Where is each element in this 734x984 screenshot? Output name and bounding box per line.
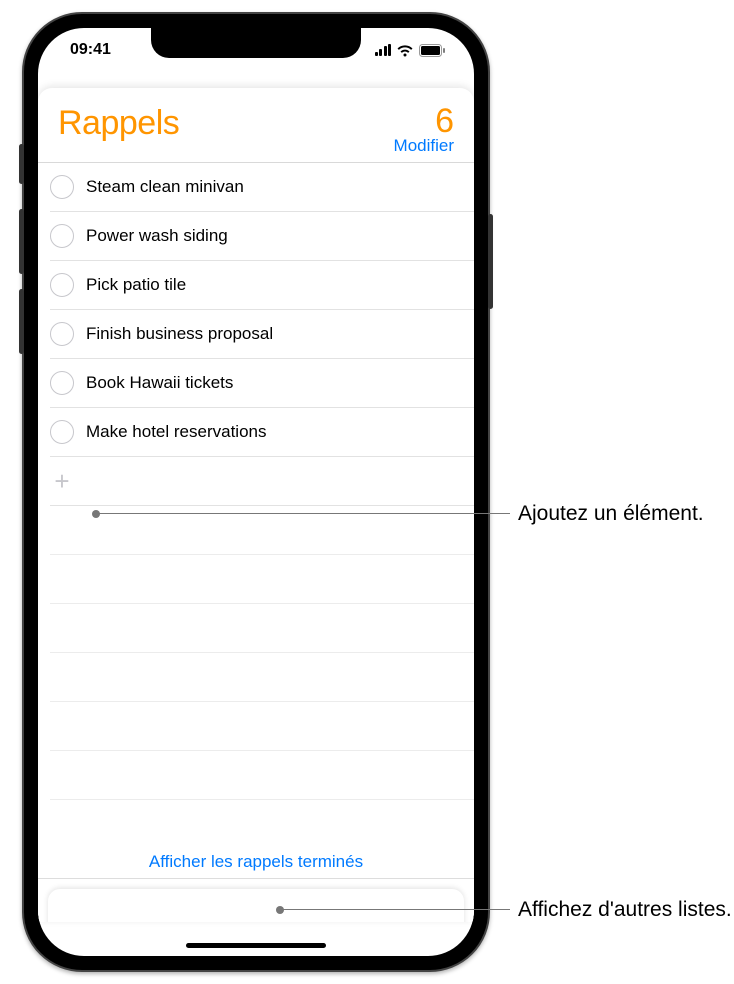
reminder-row[interactable]: Make hotel reservations: [38, 408, 474, 457]
callout-add: Ajoutez un élément.: [518, 500, 704, 527]
reminders-sheet: Rappels 6 Modifier Steam clean minivan: [38, 88, 474, 922]
empty-line: [50, 702, 474, 751]
reminder-text: Make hotel reservations: [86, 422, 266, 442]
header: Rappels 6 Modifier: [38, 88, 474, 162]
cellular-icon: [375, 44, 392, 56]
show-completed-button[interactable]: Afficher les rappels terminés: [38, 852, 474, 872]
reminder-row[interactable]: Pick patio tile: [38, 261, 474, 310]
complete-circle[interactable]: [50, 175, 74, 199]
lists-peek-card[interactable]: [48, 889, 464, 922]
reminder-count: 6: [394, 104, 454, 138]
complete-circle[interactable]: [50, 273, 74, 297]
screen: 09:41 Rappels 6 Modifier: [38, 28, 474, 956]
lists-peek[interactable]: [38, 878, 474, 922]
empty-line: [50, 555, 474, 604]
empty-line: [50, 751, 474, 800]
complete-circle[interactable]: [50, 371, 74, 395]
complete-circle[interactable]: [50, 420, 74, 444]
plus-icon: +: [50, 469, 74, 493]
reminder-text: Power wash siding: [86, 226, 228, 246]
reminder-row[interactable]: Steam clean minivan: [38, 163, 474, 212]
reminder-row[interactable]: Power wash siding: [38, 212, 474, 261]
status-icons: [375, 44, 447, 57]
status-time: 09:41: [70, 41, 111, 59]
side-button: [19, 144, 24, 184]
empty-line: [50, 604, 474, 653]
complete-circle[interactable]: [50, 224, 74, 248]
complete-circle[interactable]: [50, 322, 74, 346]
volume-down-button: [19, 289, 24, 354]
reminder-text: Steam clean minivan: [86, 177, 244, 197]
reminder-text: Book Hawaii tickets: [86, 373, 233, 393]
notch: [151, 28, 361, 58]
empty-line: [50, 653, 474, 702]
reminder-text: Finish business proposal: [86, 324, 273, 344]
reminder-text: Pick patio tile: [86, 275, 186, 295]
add-reminder-row[interactable]: +: [38, 457, 474, 506]
reminder-row[interactable]: Finish business proposal: [38, 310, 474, 359]
phone-frame: 09:41 Rappels 6 Modifier: [22, 12, 490, 972]
callout-lists: Affichez d'autres listes.: [518, 896, 732, 923]
edit-button[interactable]: Modifier: [394, 136, 454, 156]
battery-icon: [419, 44, 446, 57]
power-button: [488, 214, 493, 309]
callout-line: [96, 513, 510, 514]
reminders-list: Steam clean minivan Power wash siding Pi…: [38, 162, 474, 800]
page-title: Rappels: [58, 104, 179, 143]
wifi-icon: [396, 44, 414, 57]
callout-line: [280, 909, 510, 910]
home-indicator[interactable]: [186, 943, 326, 948]
reminder-row[interactable]: Book Hawaii tickets: [38, 359, 474, 408]
volume-up-button: [19, 209, 24, 274]
